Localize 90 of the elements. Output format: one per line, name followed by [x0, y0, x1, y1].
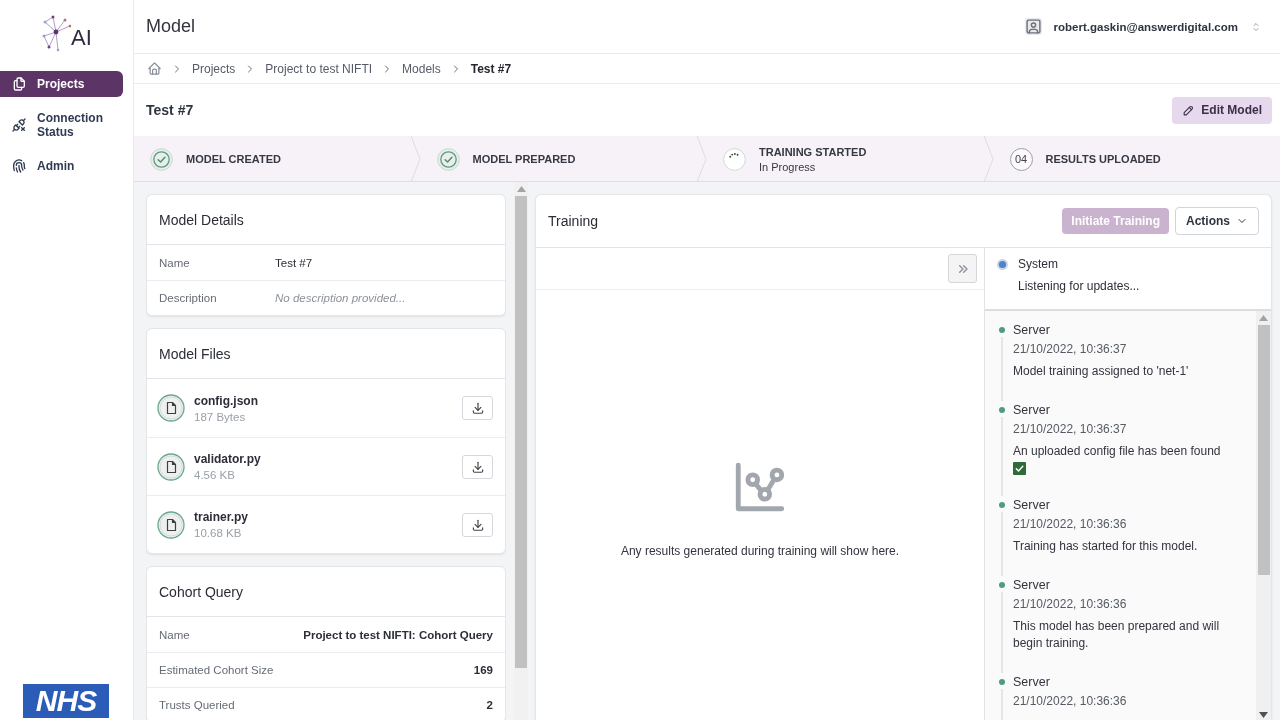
step-label: MODEL CREATED: [186, 153, 281, 165]
home-icon[interactable]: [147, 61, 162, 76]
download-icon: [470, 459, 485, 474]
check-circle-icon: [436, 147, 460, 171]
empty-message: Any results generated during training will show here.: [620, 544, 900, 558]
actions-button[interactable]: Actions: [1175, 207, 1259, 235]
timeline-dot-icon: [999, 679, 1005, 685]
nav-item[interactable]: Connection Status: [0, 108, 123, 142]
log-message: An uploaded config file has been found: [1013, 443, 1222, 460]
log-source: System: [1018, 257, 1058, 271]
file-icon: [157, 510, 185, 539]
download-button[interactable]: [462, 454, 493, 479]
scrollbar-thumb[interactable]: [515, 196, 527, 668]
log-time: 21/10/2022, 10:36:37: [1013, 341, 1128, 358]
model-title: Test #7: [146, 102, 194, 118]
log-message: Listening for updates...: [1018, 279, 1141, 293]
log-source: Server: [1013, 577, 1051, 594]
field-label: Trusts Queried: [159, 699, 235, 711]
card-title: Training: [548, 213, 599, 229]
log-source: Server: [1013, 674, 1051, 691]
files-icon: [11, 76, 27, 92]
status-dot-icon: [997, 258, 1008, 270]
file-name: validator.py: [194, 452, 261, 466]
download-button[interactable]: [462, 512, 493, 537]
user-email[interactable]: robert.gaskin@answerdigital.com: [1053, 20, 1238, 33]
breadcrumb-link[interactable]: Models: [402, 61, 441, 76]
download-button[interactable]: [462, 396, 493, 420]
field-label: Description: [159, 292, 218, 304]
step-label: TRAINING STARTED: [759, 145, 867, 158]
field-label: Name: [159, 628, 190, 641]
scroll-down-icon[interactable]: [1259, 712, 1268, 718]
card-title: Model Files: [159, 345, 231, 362]
nav-item[interactable]: Admin: [0, 153, 123, 179]
file-size: 187 Bytes: [194, 410, 247, 423]
file-size: 10.68 KB: [194, 527, 243, 539]
scroll-up-icon[interactable]: [1259, 315, 1268, 321]
edit-model-button[interactable]: Edit Model: [1172, 96, 1272, 124]
nav-item[interactable]: Projects: [0, 71, 123, 97]
breadcrumb-link[interactable]: Test #7: [470, 61, 512, 76]
loader-icon: [723, 147, 746, 171]
download-icon: [470, 517, 485, 532]
log-time: 21/10/2022, 10:36:37: [1013, 421, 1128, 438]
scroll-up-icon[interactable]: [516, 186, 526, 192]
timeline-dot-icon: [999, 582, 1005, 588]
step-status: In Progress: [759, 160, 817, 173]
field-label: Name: [159, 256, 191, 269]
file-icon: [157, 452, 185, 481]
log-message: This model has been prepared and will begin training.: [1013, 618, 1221, 652]
field-value: 2: [486, 699, 493, 711]
scrollbar[interactable]: [1256, 311, 1271, 720]
pencil-icon: [1182, 103, 1196, 117]
log-message: Model training assigned to 'net-1': [1013, 363, 1190, 380]
log-message: Training has started for this model.: [1013, 538, 1199, 555]
file-icon: [157, 394, 185, 422]
timeline-dot-icon: [999, 327, 1005, 333]
breadcrumb-link[interactable]: Projects: [192, 61, 236, 76]
log-source: Server: [1013, 402, 1051, 419]
fingerprint-icon: [11, 158, 27, 174]
scrollbar-thumb[interactable]: [1257, 325, 1270, 575]
file-name: config.json: [194, 393, 258, 408]
card-title: Cohort Query: [159, 583, 244, 600]
expand-button[interactable]: [948, 254, 977, 283]
breadcrumb-link[interactable]: Project to test NIFTI: [265, 61, 373, 76]
log-time: 21/10/2022, 10:36:36: [1013, 596, 1128, 613]
check-circle-icon: [150, 147, 173, 171]
timeline-dot-icon: [999, 502, 1005, 508]
user-icon: [1024, 18, 1042, 35]
step-label: RESULTS UPLOADED: [1045, 153, 1161, 165]
page-heading: Model: [146, 16, 196, 37]
download-icon: [470, 401, 485, 415]
logo-text: AI: [71, 27, 92, 49]
field-value: Project to test NIFTI: Cohort Query: [303, 628, 493, 641]
timeline-dot-icon: [999, 407, 1005, 413]
file-size: 4.56 KB: [194, 469, 236, 481]
log-time: 21/10/2022, 10:36:36: [1013, 516, 1128, 533]
step-number: 04: [1009, 147, 1033, 171]
log-time: 21/10/2022, 10:36:36: [1013, 693, 1128, 710]
selector-icon[interactable]: [1250, 20, 1262, 33]
step-label: MODEL PREPARED: [472, 153, 576, 165]
field-value: Test #7: [275, 256, 313, 269]
card-title: Model Details: [159, 211, 244, 228]
scrollbar[interactable]: [514, 182, 528, 720]
log-source: Server: [1013, 322, 1051, 339]
file-name: trainer.py: [194, 510, 249, 524]
log-source: Server: [1013, 497, 1051, 514]
plug-icon: [11, 117, 27, 133]
field-value: 169: [473, 664, 493, 676]
field-label: Estimated Cohort Size: [159, 664, 274, 676]
network-icon: [41, 14, 72, 52]
footer-logo: NHS: [23, 684, 109, 718]
